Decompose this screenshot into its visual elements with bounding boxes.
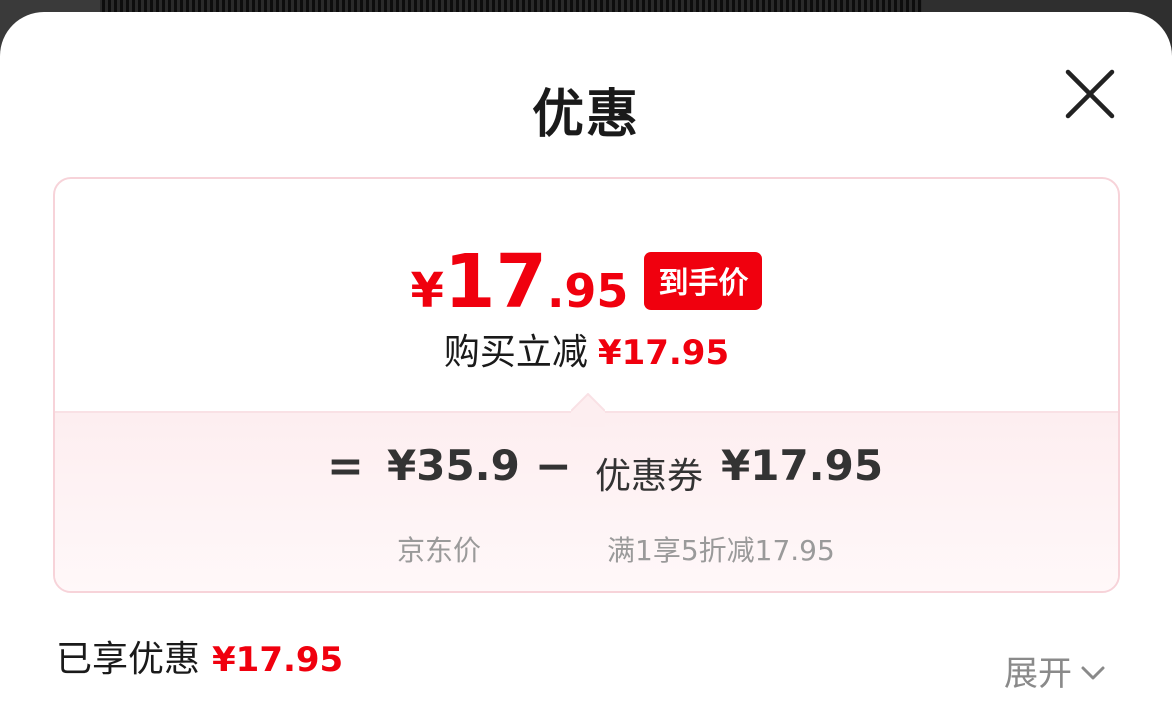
price-equation-captions: 京东价 满1享5折减17.95 [55,529,1118,569]
discount-bottom-sheet: 优惠 ¥17.95 到手价 购买立减 ¥17.95 = ¥35.9 − 优惠券 ¥1… [0,12,1172,723]
chevron-down-icon [1081,666,1105,680]
coupon-rule-caption: 满1享5折减17.95 [607,534,835,567]
enjoyed-discount-amount: ¥17.95 [212,640,344,680]
price-integer: 17 [443,239,547,325]
minus-sign: − [535,441,572,492]
coupon-amount: ¥17.95 [721,441,884,490]
expand-button[interactable]: 展开 [1004,646,1106,695]
reduction-amount: ¥17.95 [597,333,730,373]
expand-label: 展开 [1004,654,1072,694]
pointer-notch [571,393,605,427]
final-price: ¥17.95 到手价 [55,239,1118,325]
price-decimal: .95 [546,264,629,318]
enjoyed-discount-label: 已享优惠 [56,639,201,680]
price-currency: ¥ [410,263,444,319]
coupon-label: 优惠券 [595,456,704,497]
instant-reduction: 购买立减 ¥17.95 [55,323,1118,375]
final-price-badge: 到手价 [644,252,763,310]
enjoyed-discount-summary: 已享优惠 ¥17.95 [56,630,343,682]
sheet-title: 优惠 [531,85,640,145]
jd-price-caption: 京东价 [397,534,482,567]
close-button[interactable] [1062,66,1118,122]
jd-price-value: ¥35.9 [387,441,520,490]
reduction-label: 购买立减 [443,332,588,373]
price-equation: = ¥35.9 − 优惠券 ¥17.95 [55,441,1118,501]
equals-sign: = [327,441,364,492]
price-breakdown-card: ¥17.95 到手价 购买立减 ¥17.95 = ¥35.9 − 优惠券 ¥17.9… [53,177,1120,593]
close-icon [1065,69,1115,119]
